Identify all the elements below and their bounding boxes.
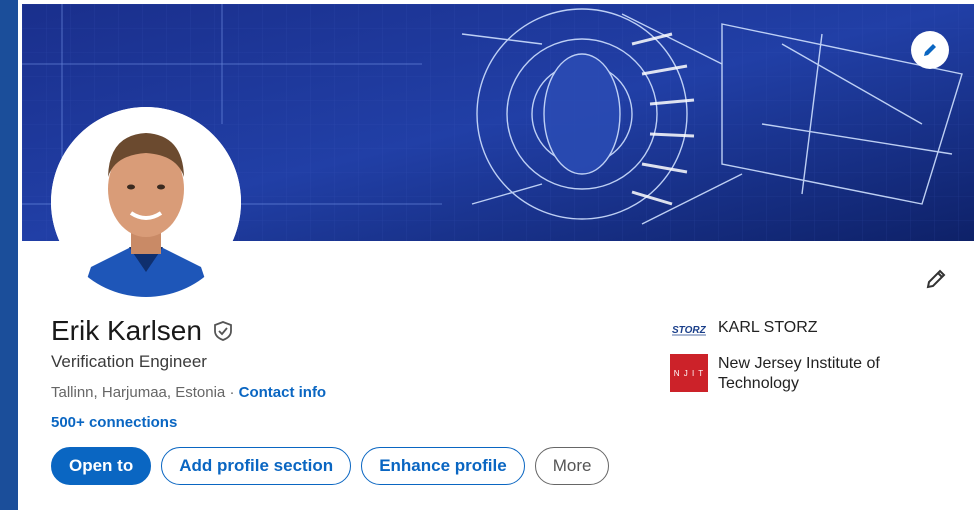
contact-info-link[interactable]: Contact info: [239, 384, 327, 401]
avatar-photo: [51, 107, 241, 297]
experience-company-name: KARL STORZ: [718, 319, 818, 336]
page-background-strip: [0, 0, 18, 510]
name-row: Erik Karlsen: [51, 315, 236, 347]
profile-avatar[interactable]: [51, 107, 241, 297]
education-school-name: New Jersey Institute of Technology: [718, 355, 880, 392]
experience-summary: STORZ KARL STORZ N J I T New Jersey Inst…: [670, 318, 898, 408]
profile-location: Tallinn, Harjumaa, Estonia: [51, 384, 226, 401]
more-button[interactable]: More: [534, 447, 610, 485]
karl-storz-logo: STORZ: [670, 318, 708, 340]
add-profile-section-button[interactable]: Add profile section: [161, 447, 352, 485]
svg-text:STORZ: STORZ: [672, 325, 707, 336]
profile-name: Erik Karlsen: [51, 315, 202, 346]
shield-check-icon[interactable]: [210, 318, 236, 344]
connections-link[interactable]: 500+ connections: [51, 414, 177, 431]
pencil-icon: [924, 44, 936, 56]
profile-headline: Verification Engineer: [51, 352, 207, 371]
open-to-button[interactable]: Open to: [51, 447, 152, 485]
location-row: Tallinn, Harjumaa, Estonia · Contact inf…: [51, 384, 326, 401]
banner-edit-button[interactable]: [911, 31, 949, 69]
enhance-profile-button[interactable]: Enhance profile: [361, 447, 525, 485]
experience-item-karl-storz[interactable]: STORZ KARL STORZ: [670, 318, 898, 340]
location-separator: ·: [229, 384, 235, 401]
education-item-njit[interactable]: N J I T New Jersey Institute of Technolo…: [670, 354, 898, 394]
njit-logo: N J I T: [670, 354, 708, 392]
profile-card: Erik Karlsen Verification Engineer Talli…: [18, 0, 974, 510]
profile-actions: Open to Add profile section Enhance prof…: [51, 447, 610, 485]
pencil-icon: [926, 269, 946, 289]
intro-edit-button[interactable]: [920, 263, 952, 295]
